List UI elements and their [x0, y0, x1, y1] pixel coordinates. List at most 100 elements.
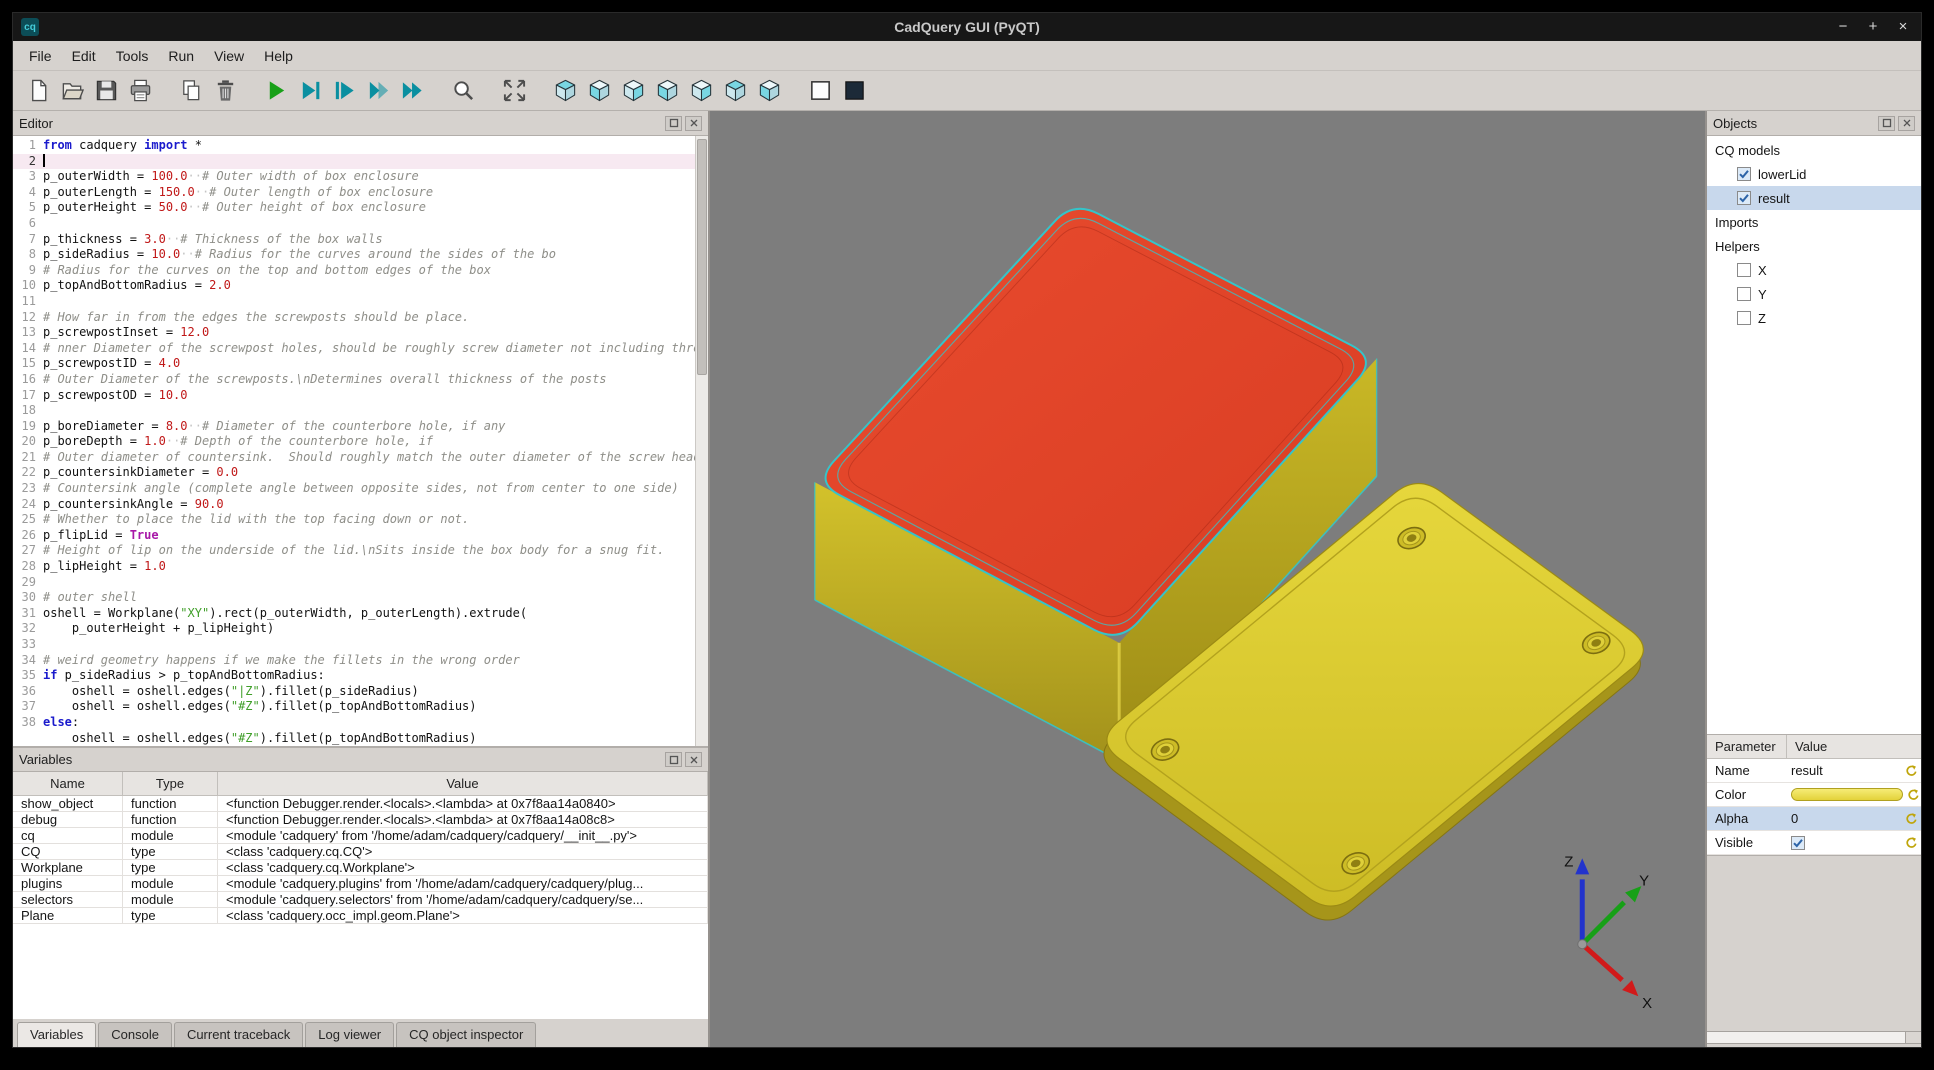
minimize-button[interactable]: −	[1835, 19, 1851, 35]
code-line[interactable]: 4p_outerLength = 150.0··# Outer length o…	[13, 185, 708, 201]
tree-item-result[interactable]: result	[1707, 186, 1921, 210]
menu-file[interactable]: File	[19, 44, 62, 68]
code-line[interactable]: 28p_lipHeight = 1.0	[13, 559, 708, 575]
debug-icon[interactable]	[294, 75, 326, 107]
view-back-icon[interactable]	[617, 75, 649, 107]
menu-help[interactable]: Help	[254, 44, 303, 68]
tab-console[interactable]: Console	[98, 1022, 172, 1047]
objects-close-button[interactable]	[1898, 116, 1915, 131]
code-line[interactable]: 37 oshell = oshell.edges("#Z").fillet(p_…	[13, 699, 708, 715]
code-line[interactable]: 1from cadquery import *	[13, 138, 708, 154]
code-line[interactable]: 13p_screwpostInset = 12.0	[13, 325, 708, 341]
code-line[interactable]: 33	[13, 637, 708, 653]
code-line[interactable]: 3p_outerWidth = 100.0··# Outer width of …	[13, 169, 708, 185]
delete-icon[interactable]	[209, 75, 241, 107]
view-top-icon[interactable]	[719, 75, 751, 107]
reset-param-button[interactable]	[1901, 812, 1921, 825]
menu-view[interactable]: View	[204, 44, 254, 68]
view-left-icon[interactable]	[651, 75, 683, 107]
param-row-alpha[interactable]: Alpha0	[1707, 807, 1921, 831]
maximize-button[interactable]: +	[1865, 19, 1881, 35]
variable-row[interactable]: pluginsmodule<module 'cadquery.plugins' …	[13, 876, 708, 892]
bottom-strip[interactable]	[1707, 1031, 1921, 1044]
variable-row[interactable]: Planetype<class 'cadquery.occ_impl.geom.…	[13, 908, 708, 924]
code-line[interactable]: 35if p_sideRadius > p_topAndBottomRadius…	[13, 668, 708, 684]
wireframe-icon[interactable]	[804, 75, 836, 107]
view-iso-icon[interactable]	[549, 75, 581, 107]
close-button[interactable]: ×	[1895, 19, 1911, 35]
checkbox[interactable]	[1737, 311, 1751, 325]
titlebar[interactable]: cq CadQuery GUI (PyQT) − + ×	[13, 13, 1921, 41]
code-line[interactable]: 21# Outer diameter of countersink. Shoul…	[13, 450, 708, 466]
code-line[interactable]: 23# Countersink angle (complete angle be…	[13, 481, 708, 497]
new-file-icon[interactable]	[22, 75, 54, 107]
code-line[interactable]: 31oshell = Workplane("XY").rect(p_outerW…	[13, 606, 708, 622]
step-icon[interactable]	[328, 75, 360, 107]
reset-param-button[interactable]	[1901, 836, 1921, 849]
tree-item-imports[interactable]: Imports	[1707, 210, 1921, 234]
param-row-color[interactable]: Color	[1707, 783, 1921, 807]
variable-row[interactable]: CQtype<class 'cadquery.cq.CQ'>	[13, 844, 708, 860]
code-line[interactable]: 7p_thickness = 3.0··# Thickness of the b…	[13, 232, 708, 248]
menu-tools[interactable]: Tools	[106, 44, 159, 68]
variable-row[interactable]: debugfunction<function Debugger.render.<…	[13, 812, 708, 828]
code-line[interactable]: oshell = oshell.edges("#Z").fillet(p_top…	[13, 731, 708, 747]
code-line[interactable]: 6	[13, 216, 708, 232]
fit-all-icon[interactable]	[498, 75, 530, 107]
checkbox[interactable]	[1737, 263, 1751, 277]
param-value[interactable]	[1787, 836, 1901, 850]
variable-row[interactable]: selectorsmodule<module 'cadquery.selecto…	[13, 892, 708, 908]
strip-expand-button[interactable]	[1905, 1032, 1921, 1043]
code-line[interactable]: 17p_screwpostOD = 10.0	[13, 388, 708, 404]
code-line[interactable]: 19p_boreDiameter = 8.0··# Diameter of th…	[13, 419, 708, 435]
code-line[interactable]: 30# outer shell	[13, 590, 708, 606]
viewport-3d[interactable]: Z Y X	[710, 111, 1705, 1047]
editor-close-button[interactable]	[685, 116, 702, 131]
code-line[interactable]: 10p_topAndBottomRadius = 2.0	[13, 278, 708, 294]
code-line[interactable]: 36 oshell = oshell.edges("|Z").fillet(p_…	[13, 684, 708, 700]
tree-item-helpers[interactable]: Helpers	[1707, 234, 1921, 258]
code-line[interactable]: 14# nner Diameter of the screwpost holes…	[13, 341, 708, 357]
view-right-icon[interactable]	[685, 75, 717, 107]
code-line[interactable]: 2	[13, 154, 708, 170]
continue-icon[interactable]	[396, 75, 428, 107]
variable-row[interactable]: cqmodule<module 'cadquery' from '/home/a…	[13, 828, 708, 844]
checkbox[interactable]	[1737, 287, 1751, 301]
param-value[interactable]	[1787, 788, 1903, 801]
code-editor[interactable]: 1from cadquery import *23p_outerWidth = …	[13, 135, 708, 747]
code-line[interactable]: 24p_countersinkAngle = 90.0	[13, 497, 708, 513]
reset-param-button[interactable]	[1901, 764, 1921, 777]
code-line[interactable]: 11	[13, 294, 708, 310]
copy-icon[interactable]	[175, 75, 207, 107]
code-line[interactable]: 27# Height of lip on the underside of th…	[13, 543, 708, 559]
zoom-icon[interactable]	[447, 75, 479, 107]
code-line[interactable]: 5p_outerHeight = 50.0··# Outer height of…	[13, 200, 708, 216]
step-into-icon[interactable]	[362, 75, 394, 107]
save-icon[interactable]	[90, 75, 122, 107]
checkbox[interactable]	[1737, 191, 1751, 205]
view-front-icon[interactable]	[583, 75, 615, 107]
reset-param-button[interactable]	[1903, 788, 1923, 801]
tab-current-traceback[interactable]: Current traceback	[174, 1022, 303, 1047]
tree-item-x[interactable]: X	[1707, 258, 1921, 282]
code-line[interactable]: 34# weird geometry happens if we make th…	[13, 653, 708, 669]
code-line[interactable]: 26p_flipLid = True	[13, 528, 708, 544]
editor-float-button[interactable]	[665, 116, 682, 131]
open-file-icon[interactable]	[56, 75, 88, 107]
tree-item-z[interactable]: Z	[1707, 306, 1921, 330]
code-line[interactable]: 32 p_outerHeight + p_lipHeight)	[13, 621, 708, 637]
checkbox[interactable]	[1737, 167, 1751, 181]
variables-column-header[interactable]: Value	[218, 772, 708, 795]
view-bottom-icon[interactable]	[753, 75, 785, 107]
color-swatch[interactable]	[1791, 788, 1903, 801]
code-line[interactable]: 8p_sideRadius = 10.0··# Radius for the c…	[13, 247, 708, 263]
objects-float-button[interactable]	[1878, 116, 1895, 131]
checkbox[interactable]	[1791, 836, 1805, 850]
tree-item-cq-models[interactable]: CQ models	[1707, 138, 1921, 162]
tab-log-viewer[interactable]: Log viewer	[305, 1022, 394, 1047]
variable-row[interactable]: show_objectfunction<function Debugger.re…	[13, 796, 708, 812]
param-row-name[interactable]: Nameresult	[1707, 759, 1921, 783]
shaded-icon[interactable]	[838, 75, 870, 107]
tab-cq-object-inspector[interactable]: CQ object inspector	[396, 1022, 536, 1047]
variable-row[interactable]: Workplanetype<class 'cadquery.cq.Workpla…	[13, 860, 708, 876]
